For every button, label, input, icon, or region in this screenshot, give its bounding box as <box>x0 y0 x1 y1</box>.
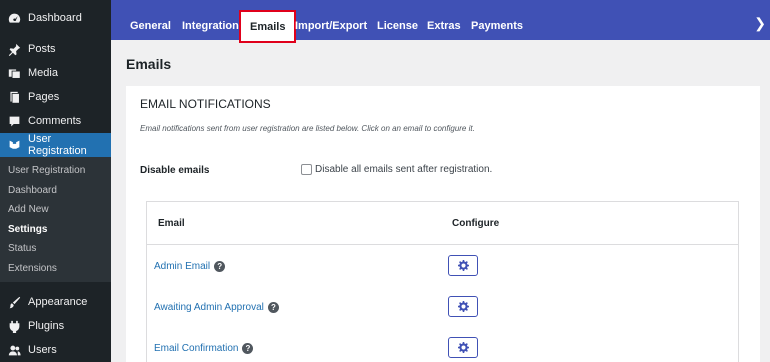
section-title: EMAIL NOTIFICATIONS <box>140 97 271 111</box>
tab-emails[interactable]: Emails <box>239 10 297 43</box>
plugin-icon <box>6 318 22 334</box>
configure-button[interactable] <box>448 255 478 276</box>
table-row: Awaiting Admin Approval? <box>147 286 738 327</box>
menu-label: Media <box>28 67 58 79</box>
menu-posts[interactable]: Posts <box>0 37 111 61</box>
gear-icon <box>457 301 469 312</box>
gear-icon <box>457 342 469 353</box>
menu-label: Users <box>28 344 57 356</box>
comment-icon <box>6 113 22 129</box>
user-registration-icon <box>6 137 22 153</box>
menu-pages[interactable]: Pages <box>0 85 111 109</box>
column-header-configure: Configure <box>452 218 500 229</box>
email-name-link[interactable]: Email Confirmation? <box>154 343 254 354</box>
menu-user-registration[interactable]: User Registration <box>0 133 111 157</box>
column-header-email: Email <box>158 218 185 229</box>
email-name-link[interactable]: Awaiting Admin Approval? <box>154 302 279 313</box>
menu-dashboard[interactable]: Dashboard <box>0 7 111 29</box>
disable-emails-label: Disable emails <box>140 165 210 176</box>
pages-icon <box>6 89 22 105</box>
admin-sidebar: Dashboard Posts Media Pages Comments Use… <box>0 0 111 362</box>
help-icon[interactable]: ? <box>267 302 279 313</box>
menu-appearance[interactable]: Appearance <box>0 290 111 314</box>
configure-button[interactable] <box>448 337 478 358</box>
menu-label: Pages <box>28 91 60 103</box>
menu-comments[interactable]: Comments <box>0 109 111 133</box>
tab-general[interactable]: General <box>130 0 171 40</box>
help-icon[interactable]: ? <box>242 343 254 354</box>
help-icon[interactable]: ? <box>214 261 226 272</box>
submenu-settings[interactable]: Settings <box>0 220 111 240</box>
email-list-table: Email Configure Admin Email? Awaiting Ad… <box>146 201 739 362</box>
tab-payments[interactable]: Payments <box>471 0 523 40</box>
users-icon <box>6 342 22 358</box>
media-icon <box>6 65 22 81</box>
user-registration-submenu: User Registration Dashboard Add New Sett… <box>0 157 111 282</box>
submenu-add-new[interactable]: Add New <box>0 200 111 220</box>
pushpin-icon <box>6 41 22 57</box>
menu-label: Appearance <box>28 296 88 308</box>
menu-label: Comments <box>28 115 82 127</box>
submenu-dashboard[interactable]: Dashboard <box>0 181 111 201</box>
email-name-link[interactable]: Admin Email? <box>154 261 226 272</box>
menu-users[interactable]: Users <box>0 338 111 362</box>
email-settings-panel: EMAIL NOTIFICATIONS Email notifications … <box>126 86 760 362</box>
menu-label: Dashboard <box>28 12 82 24</box>
tab-import-export[interactable]: Import/Export <box>295 0 367 40</box>
menu-label: Posts <box>28 43 56 55</box>
submenu-user-registration[interactable]: User Registration <box>0 161 111 181</box>
dashboard-icon <box>6 10 22 26</box>
chevron-right-icon[interactable]: ❯ <box>754 15 766 32</box>
email-name[interactable]: Awaiting Admin Approval <box>154 302 264 313</box>
tab-integration[interactable]: Integration <box>182 0 239 40</box>
section-description: Email notifications sent from user regis… <box>140 124 475 133</box>
disable-emails-checkbox[interactable] <box>301 164 312 175</box>
menu-media[interactable]: Media <box>0 61 111 85</box>
tab-license[interactable]: License <box>377 0 418 40</box>
disable-emails-text: Disable all emails sent after registrati… <box>315 164 493 175</box>
email-name[interactable]: Admin Email <box>154 261 210 272</box>
tab-extras[interactable]: Extras <box>427 0 461 40</box>
submenu-status[interactable]: Status <box>0 239 111 259</box>
brush-icon <box>6 294 22 310</box>
menu-label: User Registration <box>28 133 87 157</box>
menu-label: Plugins <box>28 320 65 332</box>
table-row: Admin Email? <box>147 245 738 286</box>
email-name[interactable]: Email Confirmation <box>154 343 238 354</box>
settings-tab-bar: General Integration Emails Import/Export… <box>111 0 770 43</box>
menu-plugins[interactable]: Plugins <box>0 314 111 338</box>
gear-icon <box>457 260 469 271</box>
submenu-extensions[interactable]: Extensions <box>0 259 111 279</box>
configure-button[interactable] <box>448 296 478 317</box>
table-row: Email Confirmation? <box>147 327 738 362</box>
page-title: Emails <box>126 56 172 72</box>
